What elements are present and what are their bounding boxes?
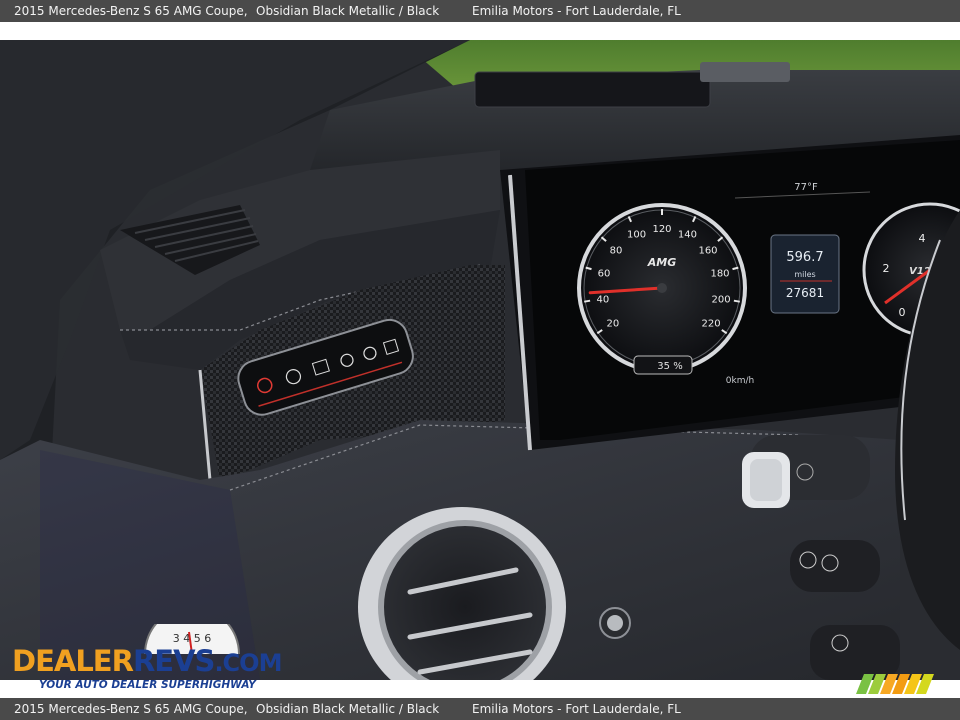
caption-vehicle: 2015 Mercedes-Benz S 65 AMG Coupe, (14, 4, 248, 18)
speed-tick-mark (733, 299, 740, 303)
footer-dealer: Emilia Motors - Fort Lauderdale, FL (472, 702, 681, 716)
fuel-level: 35 % (657, 361, 682, 372)
caption-dealer: Emilia Motors - Fort Lauderdale, FL (472, 4, 681, 18)
svg-text:2: 2 (883, 262, 890, 275)
dealerrevs-logo: 3 4 5 6 DEALERREVS.COM YOUR AUTO DEALER … (12, 624, 282, 694)
speedometer-gauge: 20 40 60 80 100 120 140160 180 200 220 AMG 35 % (577, 203, 747, 375)
outside-temp: 77°F (794, 182, 818, 193)
speed-tick-label: 60 (598, 269, 611, 280)
speed-tick-label: 200 (712, 294, 731, 305)
logo-com: .COM (214, 649, 282, 677)
speed-tick-mark (584, 299, 591, 303)
svg-text:0: 0 (899, 306, 906, 319)
caption-bar-bottom: 2015 Mercedes-Benz S 65 AMG Coupe, Obsid… (0, 698, 960, 720)
dashboard-photo: 20406080100120140160180200220 AMG 35 % 7… (0, 40, 960, 680)
speed-tick-label: 40 (597, 294, 610, 305)
speed-tick-label: 140 (678, 230, 697, 241)
speed-tick-label: 120 (652, 224, 671, 235)
speed-tick-label: 20 (607, 318, 620, 329)
logo-dealer: DEALER (12, 644, 134, 678)
speed-tick-label: 220 (702, 318, 721, 329)
svg-text:4: 4 (919, 232, 926, 245)
speed-unit: 0km/h (726, 376, 754, 386)
speed-tick-label: 100 (627, 230, 646, 241)
logo-revs: REVS (132, 644, 215, 678)
caption-bar-top: 2015 Mercedes-Benz S 65 AMG Coupe, Obsid… (0, 0, 960, 22)
color-stripes-icon (856, 674, 934, 694)
caption-colors: Obsidian Black Metallic / Black (256, 4, 440, 18)
speed-tick-label: 80 (610, 245, 623, 256)
footer-colors: Obsidian Black Metallic / Black (256, 702, 440, 716)
footer-vehicle: 2015 Mercedes-Benz S 65 AMG Coupe, (14, 702, 248, 716)
odometer-value: 27681 (786, 286, 824, 300)
range-value: 596.7 (786, 250, 823, 265)
speed-tick-label: 160 (698, 245, 717, 256)
top-spacer (0, 22, 960, 40)
speed-tick-label: 180 (710, 269, 729, 280)
logo-wordmark: DEALERREVS.COM (12, 644, 282, 678)
odometer-unit: miles (794, 270, 815, 279)
amg-badge: AMG (647, 256, 677, 269)
logo-tagline: YOUR AUTO DEALER SUPERHIGHWAY (39, 679, 256, 691)
